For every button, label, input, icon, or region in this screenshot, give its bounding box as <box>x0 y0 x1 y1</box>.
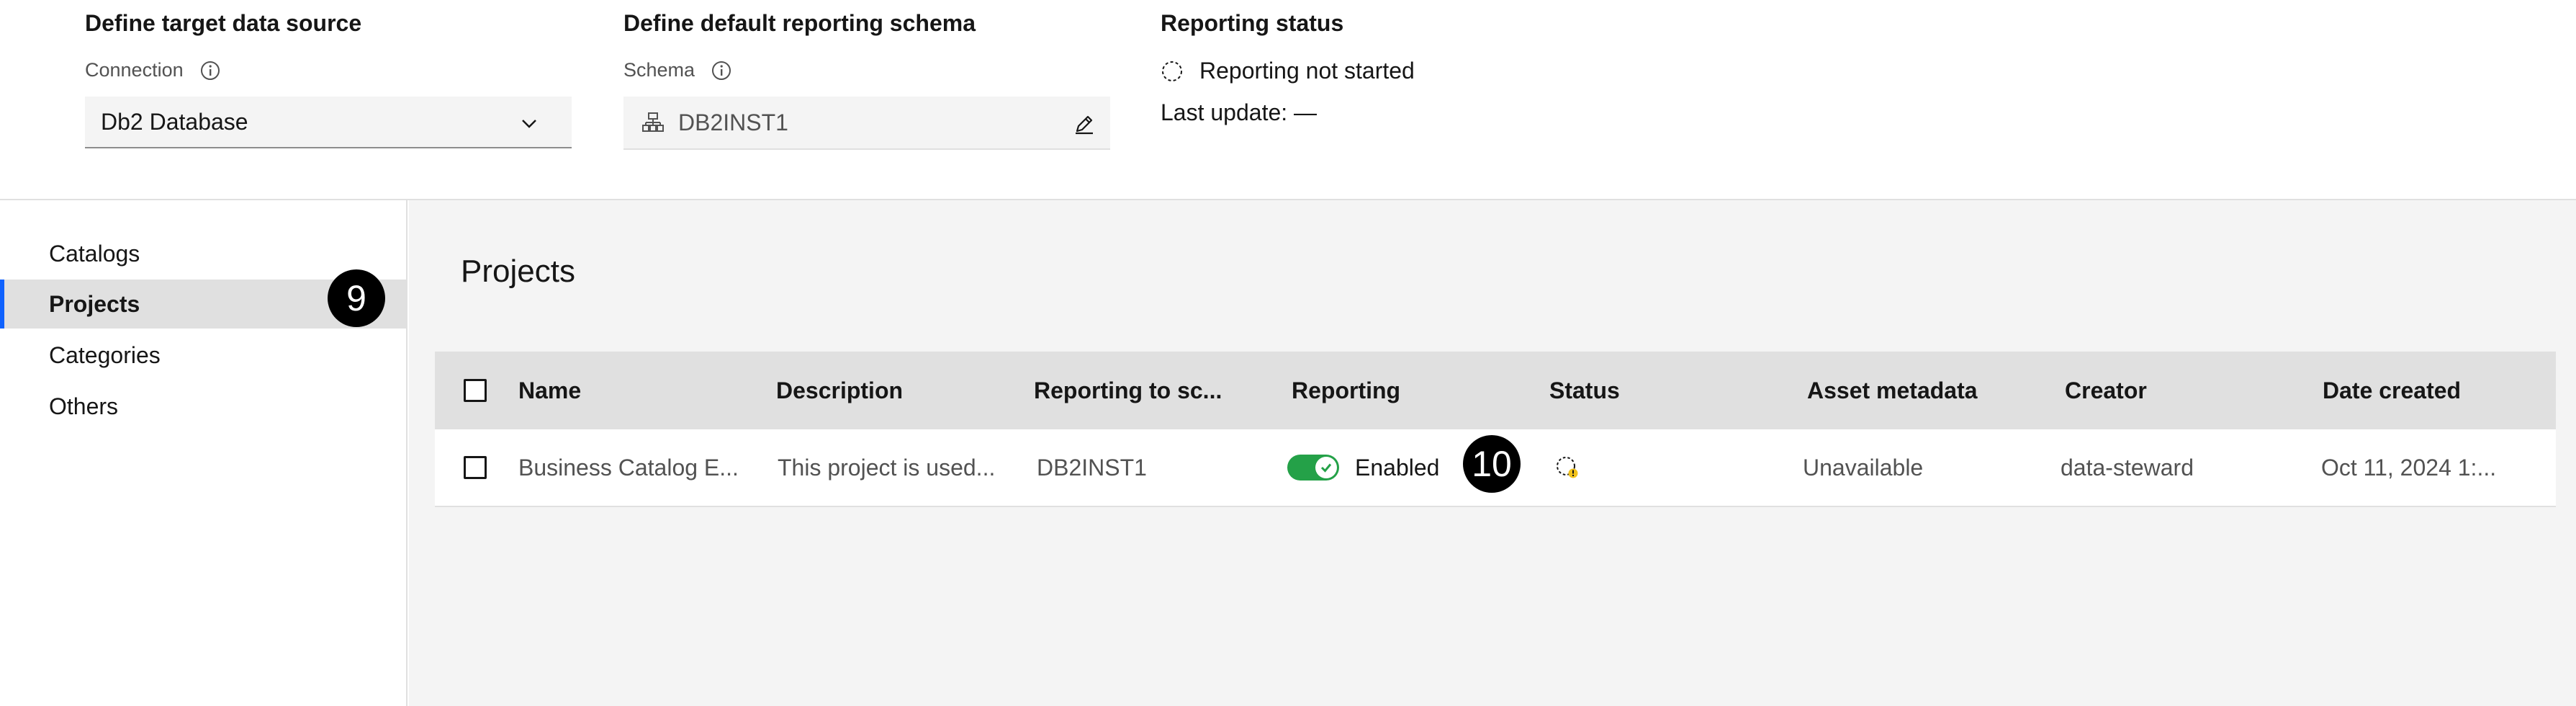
column-header-status[interactable]: Status <box>1549 352 1620 429</box>
status-pending-warning-icon[interactable] <box>1555 455 1580 480</box>
reporting-status-title: Reporting status <box>1161 10 1344 36</box>
cell-reporting: Enabled <box>1287 429 1439 506</box>
sidebar-item-label: Others <box>49 393 119 419</box>
cell-asset-metadata: Unavailable <box>1803 454 1924 481</box>
row-checkbox[interactable] <box>464 456 487 479</box>
page-title: Projects <box>461 254 575 289</box>
connection-label: Connection <box>85 59 221 81</box>
cell-reporting-to: DB2INST1 <box>1037 454 1147 481</box>
cell-description: This project is used... <box>778 454 996 481</box>
column-header-reporting[interactable]: Reporting <box>1292 352 1400 429</box>
column-header-reporting-to[interactable]: Reporting to sc... <box>1034 352 1222 429</box>
column-header-name[interactable]: Name <box>518 352 581 429</box>
column-header-date-created[interactable]: Date created <box>2323 352 2461 429</box>
connection-select[interactable]: Db2 Database <box>85 97 572 148</box>
column-header-creator[interactable]: Creator <box>2065 352 2147 429</box>
toggle-knob <box>1315 457 1337 478</box>
info-icon[interactable] <box>199 60 221 81</box>
sidebar-item-others[interactable]: Others <box>0 382 406 431</box>
annotation-badge-9: 9 <box>328 269 385 327</box>
row-select-cell <box>464 429 487 506</box>
column-header-description[interactable]: Description <box>776 352 903 429</box>
info-icon[interactable] <box>711 60 732 81</box>
reporting-toggle-label: Enabled <box>1355 454 1440 481</box>
table-header: Name Description Reporting to sc... Repo… <box>435 352 2556 429</box>
last-update: Last update: — <box>1161 99 1318 125</box>
connection-label-text: Connection <box>85 59 184 81</box>
reporting-status-line: Reporting not started <box>1161 58 1415 84</box>
sidebar-item-label: Catalogs <box>49 240 140 267</box>
schema-field: DB2INST1 <box>623 97 1110 150</box>
reporting-toggle[interactable] <box>1287 455 1339 481</box>
select-all-checkbox[interactable] <box>464 379 487 402</box>
schema-title: Define default reporting schema <box>623 10 976 36</box>
select-all-cell <box>464 352 487 429</box>
cell-date-created: Oct 11, 2024 1:... <box>2321 454 2497 481</box>
sidebar-item-categories[interactable]: Categories <box>0 331 406 380</box>
sidebar-item-label: Projects <box>49 290 140 317</box>
connection-select-value: Db2 Database <box>101 108 248 135</box>
schema-icon <box>642 112 664 132</box>
column-header-asset-metadata[interactable]: Asset metadata <box>1807 352 1978 429</box>
reporting-status-text: Reporting not started <box>1199 58 1415 84</box>
schema-label: Schema <box>623 59 732 81</box>
chevron-down-icon <box>522 120 536 128</box>
schema-value: DB2INST1 <box>678 109 788 135</box>
sidebar-item-label: Categories <box>49 341 161 368</box>
checkmark-icon <box>1320 463 1332 473</box>
edit-icon[interactable] <box>1073 112 1096 135</box>
cell-name[interactable]: Business Catalog E... <box>518 429 739 506</box>
target-source-title: Define target data source <box>85 10 362 36</box>
cell-creator: data-steward <box>2061 454 2194 481</box>
not-started-icon <box>1162 61 1182 81</box>
schema-label-text: Schema <box>623 59 695 81</box>
annotation-badge-10: 10 <box>1463 435 1521 493</box>
cell-status <box>1555 429 1580 506</box>
